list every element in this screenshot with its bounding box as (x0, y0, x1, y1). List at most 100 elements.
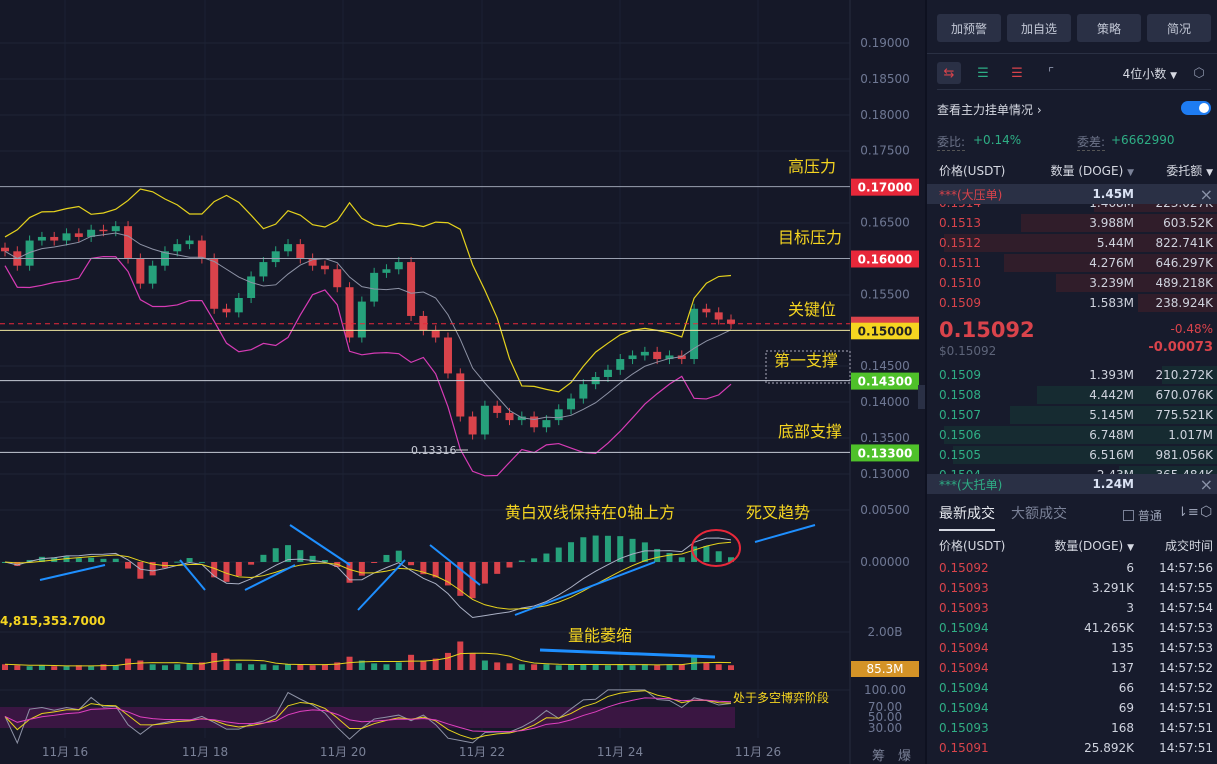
trade-qty: 69 (1118, 701, 1134, 715)
volume-bar (408, 654, 415, 670)
macd-histogram-bar (531, 558, 538, 562)
trade-row: 0.15094 66 14:57:52 (927, 678, 1217, 698)
trade-row: 0.15093 168 14:57:51 (927, 718, 1217, 738)
macd-histogram-bar (641, 542, 648, 562)
settings-icon[interactable]: ⬡ (1187, 62, 1211, 84)
close-icon[interactable]: × (1134, 185, 1213, 204)
bid-row[interactable]: 0.1506 6.748M 1.017M (927, 425, 1217, 445)
tab-latest-trades[interactable]: 最新成交 (939, 503, 995, 531)
sort-icon[interactable]: ⇂≡ (1177, 505, 1199, 520)
book-both-icon[interactable]: ⇆ (937, 62, 961, 84)
settings-icon[interactable]: ⬡ (1200, 504, 1212, 520)
candle-body (333, 269, 342, 288)
volume-bar (88, 666, 95, 670)
price: 0.1509 (939, 296, 981, 310)
amount: 210.272K (1155, 368, 1214, 382)
market-panel: 加预警 加自选 策略 简况 ⇆ ☰ ☰ ⌜ 4位小数 ▼ ⬡ 查看主力挂单情况 … (925, 0, 1217, 764)
col-amount[interactable]: 委托额 ▼ (1134, 162, 1213, 179)
book-bids-icon[interactable]: ☰ (971, 62, 995, 84)
candle-body (579, 384, 588, 399)
overview-button[interactable]: 简况 (1147, 14, 1211, 42)
ask-row[interactable]: 0.1513 3.988M 603.52K (927, 213, 1217, 233)
trade-qty: 168 (1111, 721, 1134, 735)
add-watchlist-button[interactable]: 加自选 (1007, 14, 1071, 42)
book-asks-icon[interactable]: ☰ (1005, 62, 1029, 84)
bid-row[interactable]: 0.1508 4.442M 670.076K (927, 385, 1217, 405)
trade-row: 0.15094 41.265K 14:57:53 (927, 618, 1217, 638)
candle-body (542, 420, 551, 428)
macd-histogram-bar (75, 558, 82, 562)
candle-body (628, 355, 637, 360)
bid-row[interactable]: 0.1507 5.145M 775.521K (927, 405, 1217, 425)
volume-bar (580, 664, 587, 670)
candle-body (714, 312, 723, 320)
trade-qty: 6 (1126, 561, 1134, 575)
candle-body (653, 351, 662, 360)
trade-row: 0.15094 137 14:57:52 (927, 658, 1217, 678)
col-qty[interactable]: 数量(DOGE) ▼ (1034, 537, 1134, 554)
volume-bar (629, 665, 636, 670)
volume-bar (481, 660, 488, 670)
trade-qty: 3.291K (1091, 581, 1134, 595)
volume-bar (444, 652, 451, 670)
main-orders-toggle[interactable] (1181, 101, 1211, 115)
candle-body (480, 405, 489, 435)
bid-row[interactable]: 0.1509 1.393M 210.272K (927, 365, 1217, 385)
volume-bar (728, 665, 734, 670)
candle-body (530, 416, 539, 428)
price: 0.1507 (939, 408, 981, 422)
normal-checkbox[interactable]: 普通 (1123, 507, 1162, 524)
trade-qty: 41.265K (1084, 621, 1134, 635)
ask-row[interactable]: 0.1512 5.44M 822.741K (927, 233, 1217, 253)
chips-button[interactable]: 筹 (872, 748, 885, 764)
low-marker-label: 0.13316 (411, 444, 457, 457)
decimals-select[interactable]: 4位小数 ▼ (1123, 65, 1177, 82)
strategy-button[interactable]: 策略 (1077, 14, 1141, 42)
tab-large-trades[interactable]: 大额成交 (1011, 503, 1067, 523)
expand-icon[interactable]: ⌜ (1039, 62, 1063, 84)
trade-time: 14:57:53 (1159, 641, 1213, 655)
trade-time: 14:57:51 (1159, 701, 1213, 715)
book-header: 价格(USDT) 数量 (DOGE) ▼ 委托额 ▼ (927, 160, 1217, 180)
macd-histogram-bar (481, 562, 488, 584)
quantity: 6.516M (1089, 448, 1134, 462)
candle-body (690, 308, 699, 360)
macd-histogram-bar (248, 562, 255, 565)
quantity: 4.442M (1089, 388, 1134, 402)
col-time: 成交时间 (1164, 538, 1213, 553)
y-tick-label: 0.14000 (860, 395, 910, 409)
liquidation-button[interactable]: 爆 (898, 749, 911, 764)
candle-body (468, 416, 477, 435)
macd-histogram-bar (371, 562, 378, 563)
axis-collapse-handle[interactable] (918, 385, 925, 409)
macd-tick-label: 0.00500 (860, 503, 910, 517)
macd-histogram-bar (494, 562, 501, 574)
candle-body (111, 226, 120, 232)
candle-body (148, 265, 157, 284)
ask-row[interactable]: 0.1509 1.583M 238.924K (927, 293, 1217, 313)
macd-histogram-bar (678, 557, 685, 562)
divider (927, 53, 1217, 54)
candle-body (197, 240, 206, 259)
candle-body (234, 297, 243, 313)
quantity: 6.748M (1089, 428, 1134, 442)
close-icon[interactable]: × (1134, 475, 1213, 494)
ask-row[interactable]: 0.1511 4.276M 646.297K (927, 253, 1217, 273)
trade-price: 0.15094 (939, 661, 989, 675)
main-orders-link[interactable]: 查看主力挂单情况 › (937, 101, 1042, 118)
volume-bar (494, 662, 501, 670)
col-qty[interactable]: 数量 (DOGE) ▼ (1034, 162, 1135, 179)
volume-bar (592, 664, 599, 670)
quantity: 1.583M (1089, 296, 1134, 310)
volume-bar (186, 663, 193, 670)
price: 0.1506 (939, 428, 981, 442)
ask-row[interactable]: 0.1510 3.239M 489.218K (927, 273, 1217, 293)
bid-row[interactable]: 0.1505 6.516M 981.056K (927, 445, 1217, 465)
trade-qty: 137 (1111, 661, 1134, 675)
amount: 822.741K (1155, 236, 1214, 250)
candle-body (554, 409, 563, 421)
price-chart[interactable]: 0.19000 0.18500 0.18000 0.17500 0.16500 0.155… (0, 0, 925, 764)
amount: 775.521K (1155, 408, 1214, 422)
trade-row: 0.15091 25.892K 14:57:51 (927, 738, 1217, 758)
add-alert-button[interactable]: 加预警 (937, 14, 1001, 42)
